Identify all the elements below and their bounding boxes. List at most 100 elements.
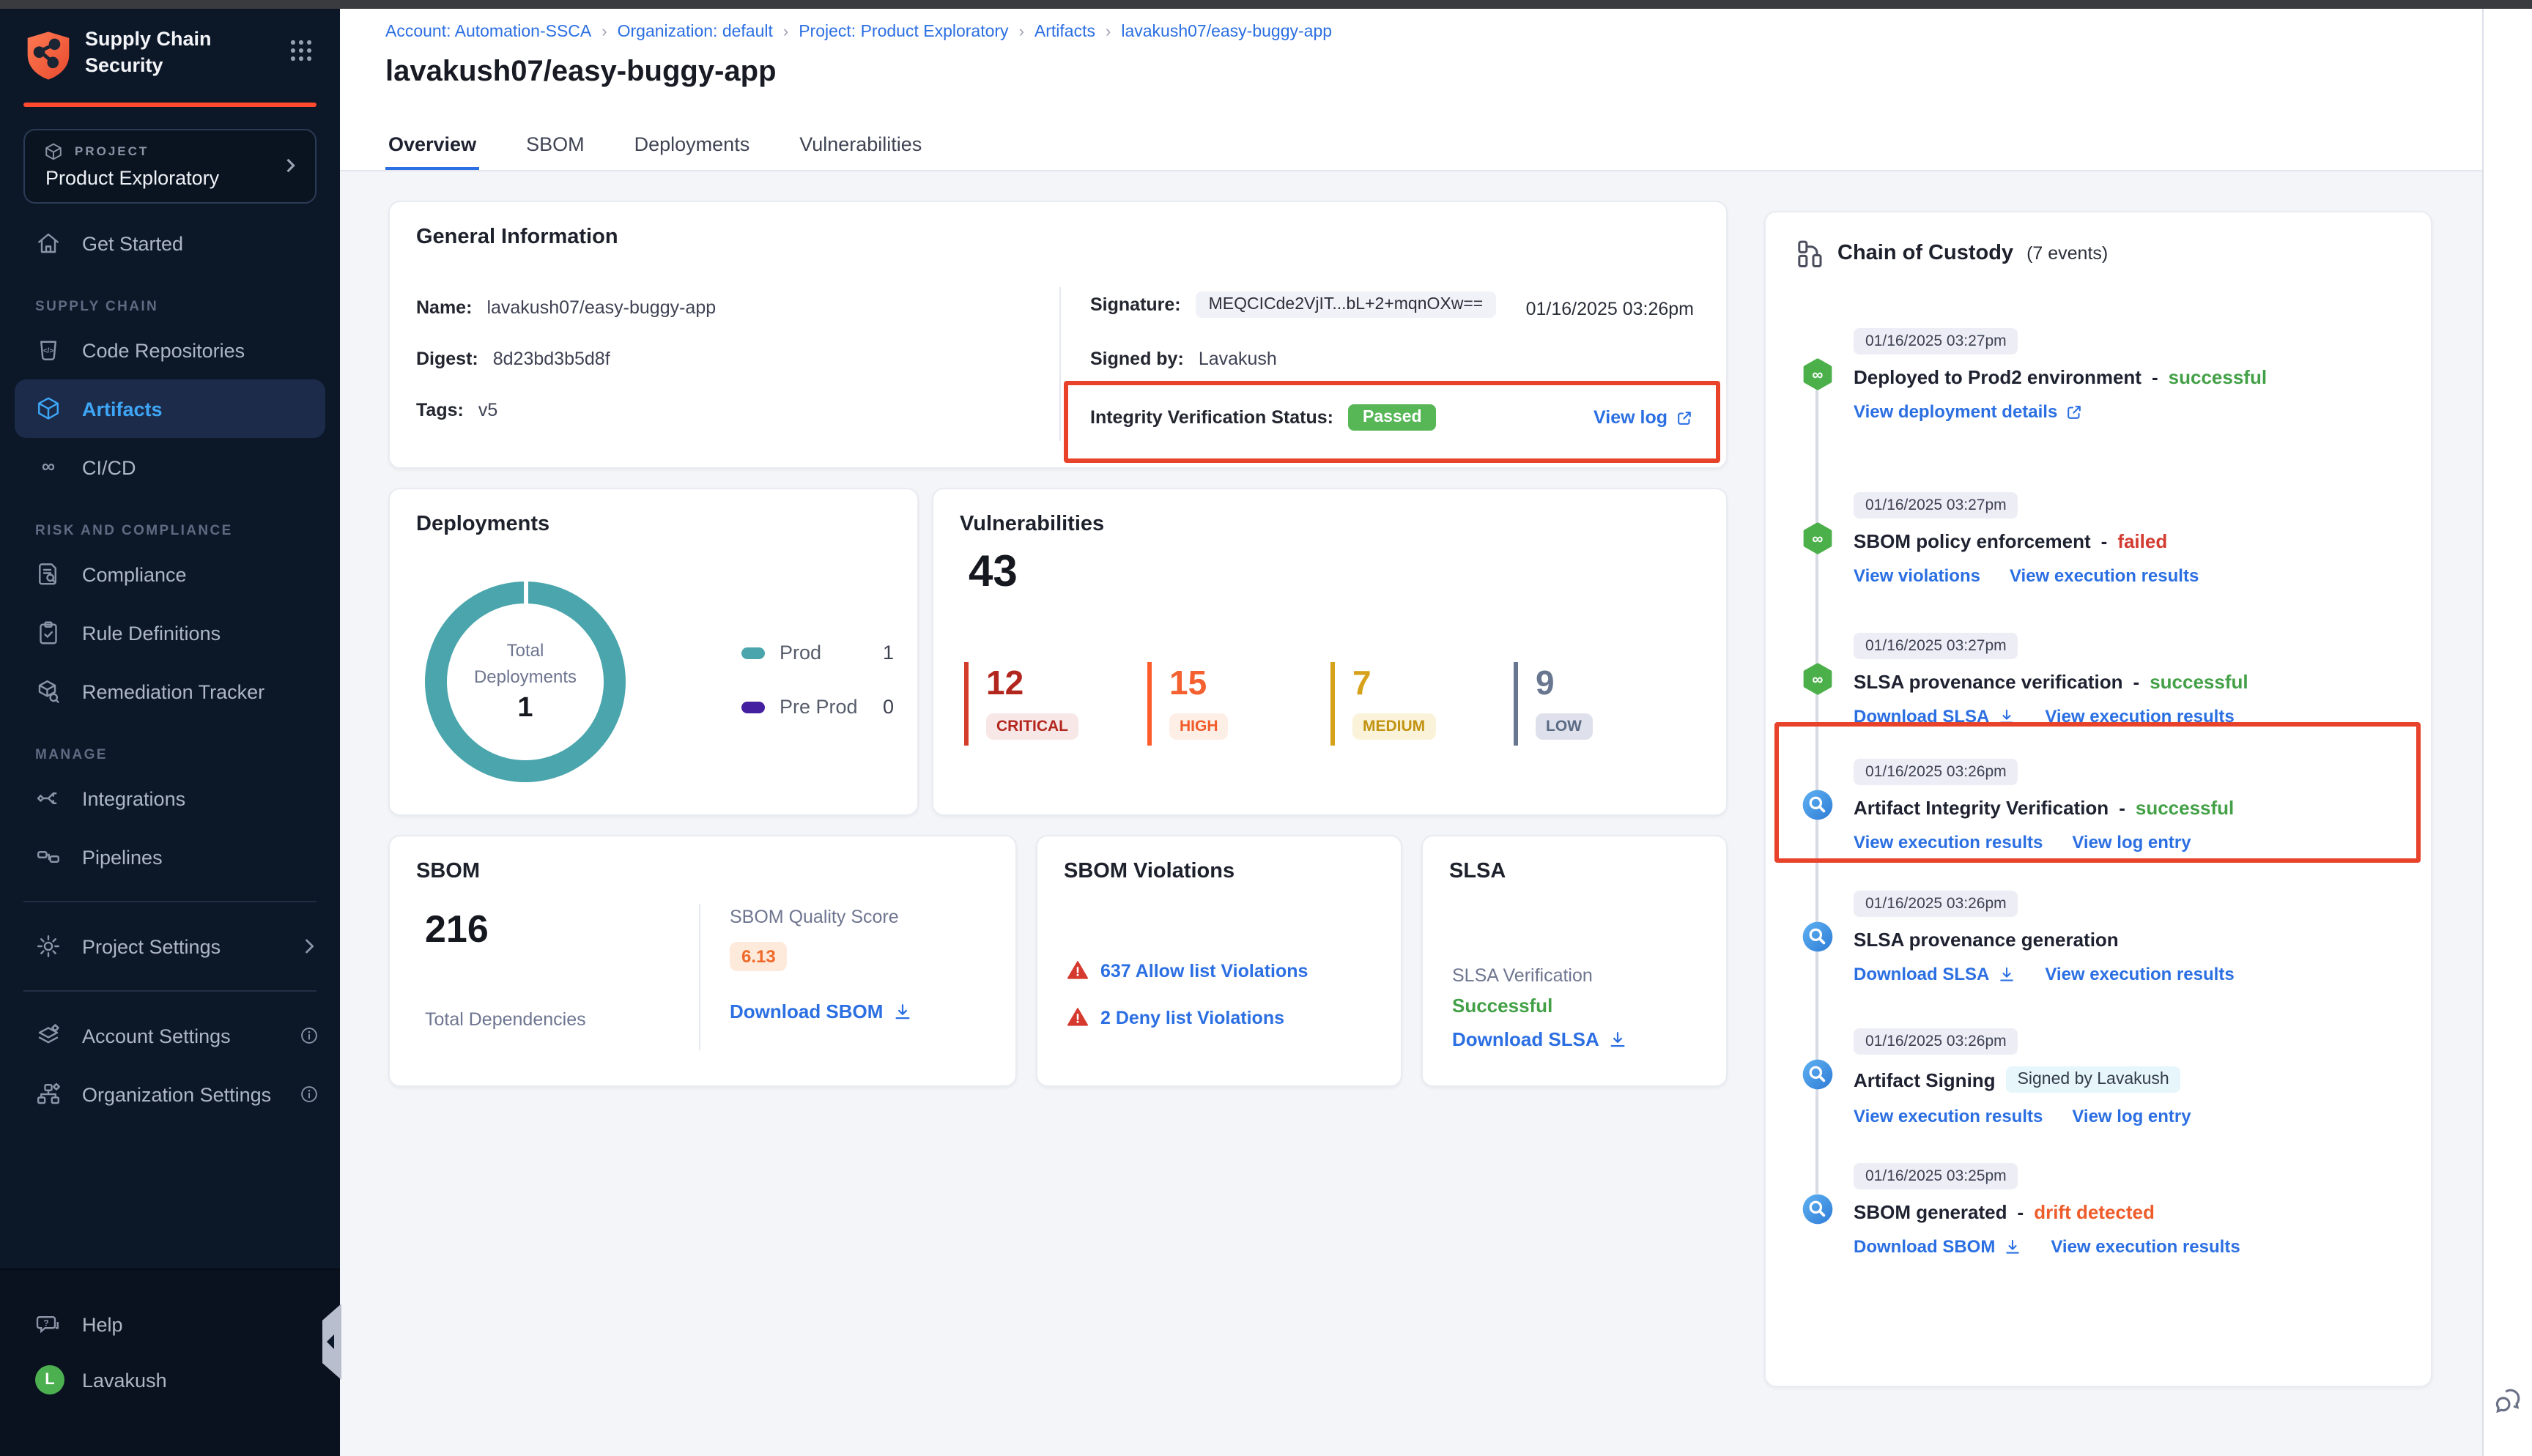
view-log-entry-link[interactable]: View log entry (2072, 1106, 2191, 1126)
sidebar-item-label: Organization Settings (82, 1083, 271, 1105)
event-link-label: View execution results (1854, 1106, 2043, 1126)
deployments-heading: Deployments (416, 513, 549, 536)
pipeline-step-icon: ∞ (1801, 662, 1835, 696)
allow-list-violations-link[interactable]: 637 Allow list Violations (1067, 959, 1308, 981)
event-timestamp: 01/16/2025 03:27pm (1854, 328, 2018, 354)
view-execution-results-link[interactable]: View execution results (1854, 832, 2043, 853)
timeline-event-sbom-generated: 01/16/2025 03:25pmSBOM generated-drift d… (1801, 1162, 2407, 1257)
chevron-right-icon (299, 936, 319, 957)
severity-critical: 12CRITICAL (964, 662, 1147, 746)
integrity-status-row: Integrity Verification Status: Passed (1090, 404, 1437, 431)
breadcrumb-link[interactable]: Project: Product Exploratory (799, 23, 1008, 41)
severity-badge: LOW (1536, 714, 1592, 740)
breadcrumb-link[interactable]: Artifacts (1034, 23, 1095, 41)
tab-overview[interactable]: Overview (385, 122, 479, 171)
event-status: failed (2117, 530, 2167, 552)
sidebar-item-pipelines[interactable]: Pipelines (0, 828, 340, 886)
view-execution-results-link[interactable]: View execution results (2010, 565, 2199, 586)
download-slsa-link[interactable]: Download SLSA (1854, 706, 2015, 727)
event-separator: - (2101, 530, 2108, 552)
signed-by-value: Lavakush (1199, 349, 1277, 369)
pipeline-step-icon: ∞ (1801, 521, 1835, 555)
status-badge-passed: Passed (1348, 404, 1437, 431)
slsa-heading: SLSA (1449, 860, 1506, 883)
event-link-label: View log entry (2072, 1106, 2191, 1126)
view-log-entry-link[interactable]: View log entry (2072, 832, 2191, 853)
sidebar-item-account-settings[interactable]: Account Settings (0, 1006, 340, 1065)
sidebar-item-project-settings[interactable]: Project Settings (0, 917, 340, 976)
timeline-event-artifact-signing: 01/16/2025 03:26pmArtifact SigningSigned… (1801, 1027, 2407, 1126)
signature-label: Signature: (1090, 294, 1181, 315)
tab-sbom[interactable]: SBOM (523, 122, 588, 171)
page-header: Account: Automation-SSCA›Organization: d… (340, 9, 2482, 171)
pipeline-step-icon: ∞ (1801, 357, 1835, 391)
view-execution-results-link[interactable]: View execution results (2045, 706, 2234, 727)
app-switcher-grid-icon[interactable] (289, 38, 314, 63)
sidebar-item-label: Project Settings (82, 935, 221, 957)
vulnerabilities-card: Vulnerabilities 43 12CRITICAL15HIGH7MEDI… (932, 488, 1728, 816)
right-utility-strip (2482, 9, 2532, 1456)
legend-label: Pre Prod (780, 696, 858, 718)
view-deployment-details-link[interactable]: View deployment details (1854, 401, 2084, 422)
slsa-status: Successful (1452, 995, 1552, 1017)
sidebar-item-compliance[interactable]: Compliance (0, 545, 340, 603)
sidebar-item-artifacts[interactable]: Artifacts (15, 379, 325, 438)
sidebar-item-label: Code Repositories (82, 339, 245, 361)
org-gear-icon (35, 1081, 62, 1107)
chevron-right-icon (280, 155, 300, 176)
integrity-label: Integrity Verification Status: (1090, 407, 1333, 428)
view-execution-results-link[interactable]: View execution results (1854, 1106, 2043, 1126)
download-slsa-link[interactable]: Download SLSA (1452, 1028, 1629, 1050)
sidebar-item-label: Compliance (82, 563, 187, 585)
project-selector[interactable]: PROJECT Product Exploratory (23, 129, 316, 204)
breadcrumb-link[interactable]: Account: Automation-SSCA (385, 23, 591, 41)
event-status: successful (2169, 366, 2267, 388)
support-chat-icon[interactable] (2492, 1386, 2525, 1418)
tab-deployments[interactable]: Deployments (632, 122, 753, 171)
legend-value: 1 (883, 642, 894, 664)
user-menu[interactable]: L Lavakush (0, 1352, 340, 1408)
event-link-label: View execution results (2045, 964, 2234, 984)
scan-step-icon (1801, 1192, 1835, 1226)
tags-label: Tags: (416, 400, 464, 420)
breadcrumb-link[interactable]: Organization: default (618, 23, 773, 41)
event-link-label: Download SBOM (1854, 1236, 1995, 1257)
severity-high: 15HIGH (1147, 662, 1330, 746)
sidebar-item-organization-settings[interactable]: Organization Settings (0, 1065, 340, 1123)
pipeline-icon (35, 844, 62, 870)
sidebar-item-remediation-tracker[interactable]: Remediation Tracker (0, 662, 340, 721)
sidebar-item-code-repositories[interactable]: </>Code Repositories (0, 321, 340, 379)
download-sbom-link[interactable]: Download SBOM (1854, 1236, 2021, 1257)
home-icon (35, 230, 62, 256)
breadcrumb-link[interactable]: lavakush07/easy-buggy-app (1121, 23, 1332, 41)
view-log-link[interactable]: View log (1593, 407, 1694, 428)
legend-item-pre-prod: Pre Prod0 (741, 696, 894, 718)
signed-by-badge: Signed by Lavakush (2006, 1066, 2181, 1093)
view-execution-results-link[interactable]: View execution results (2051, 1236, 2240, 1257)
severity-count: 7 (1352, 665, 1514, 702)
sidebar-accent-rule (23, 103, 316, 107)
view-violations-link[interactable]: View violations (1854, 565, 1980, 586)
sidebar-item-help[interactable]: ? Help (0, 1296, 340, 1352)
view-execution-results-link[interactable]: View execution results (2045, 964, 2234, 984)
general-information-heading: General Information (416, 226, 618, 249)
event-link-label: Download SLSA (1854, 706, 1989, 727)
event-link-label: View execution results (2051, 1236, 2240, 1257)
deny-list-violations-link[interactable]: 2 Deny list Violations (1067, 1006, 1284, 1028)
event-links: Download SBOM View execution results (1854, 1236, 2407, 1257)
sidebar-item-rule-definitions[interactable]: Rule Definitions (0, 603, 340, 662)
sidebar-item-ci-cd[interactable]: ∞CI/CD (0, 438, 340, 497)
event-title-row: SBOM generated-drift detected (1854, 1201, 2407, 1223)
sidebar-item-get-started[interactable]: Get Started (0, 214, 340, 272)
event-title-row: Artifact Integrity Verification-successf… (1854, 797, 2407, 819)
severity-badge: MEDIUM (1352, 714, 1435, 740)
cube-icon (35, 395, 62, 422)
name-label: Name: (416, 297, 472, 318)
sidebar-item-label: Rule Definitions (82, 622, 221, 644)
tab-vulnerabilities[interactable]: Vulnerabilities (796, 122, 925, 171)
download-sbom-link[interactable]: Download SBOM (730, 1000, 912, 1022)
project-cube-icon (44, 142, 63, 161)
vulnerabilities-total: 43 (969, 548, 1018, 598)
download-slsa-link[interactable]: Download SLSA (1854, 964, 2015, 984)
sidebar-item-integrations[interactable]: Integrations (0, 769, 340, 828)
